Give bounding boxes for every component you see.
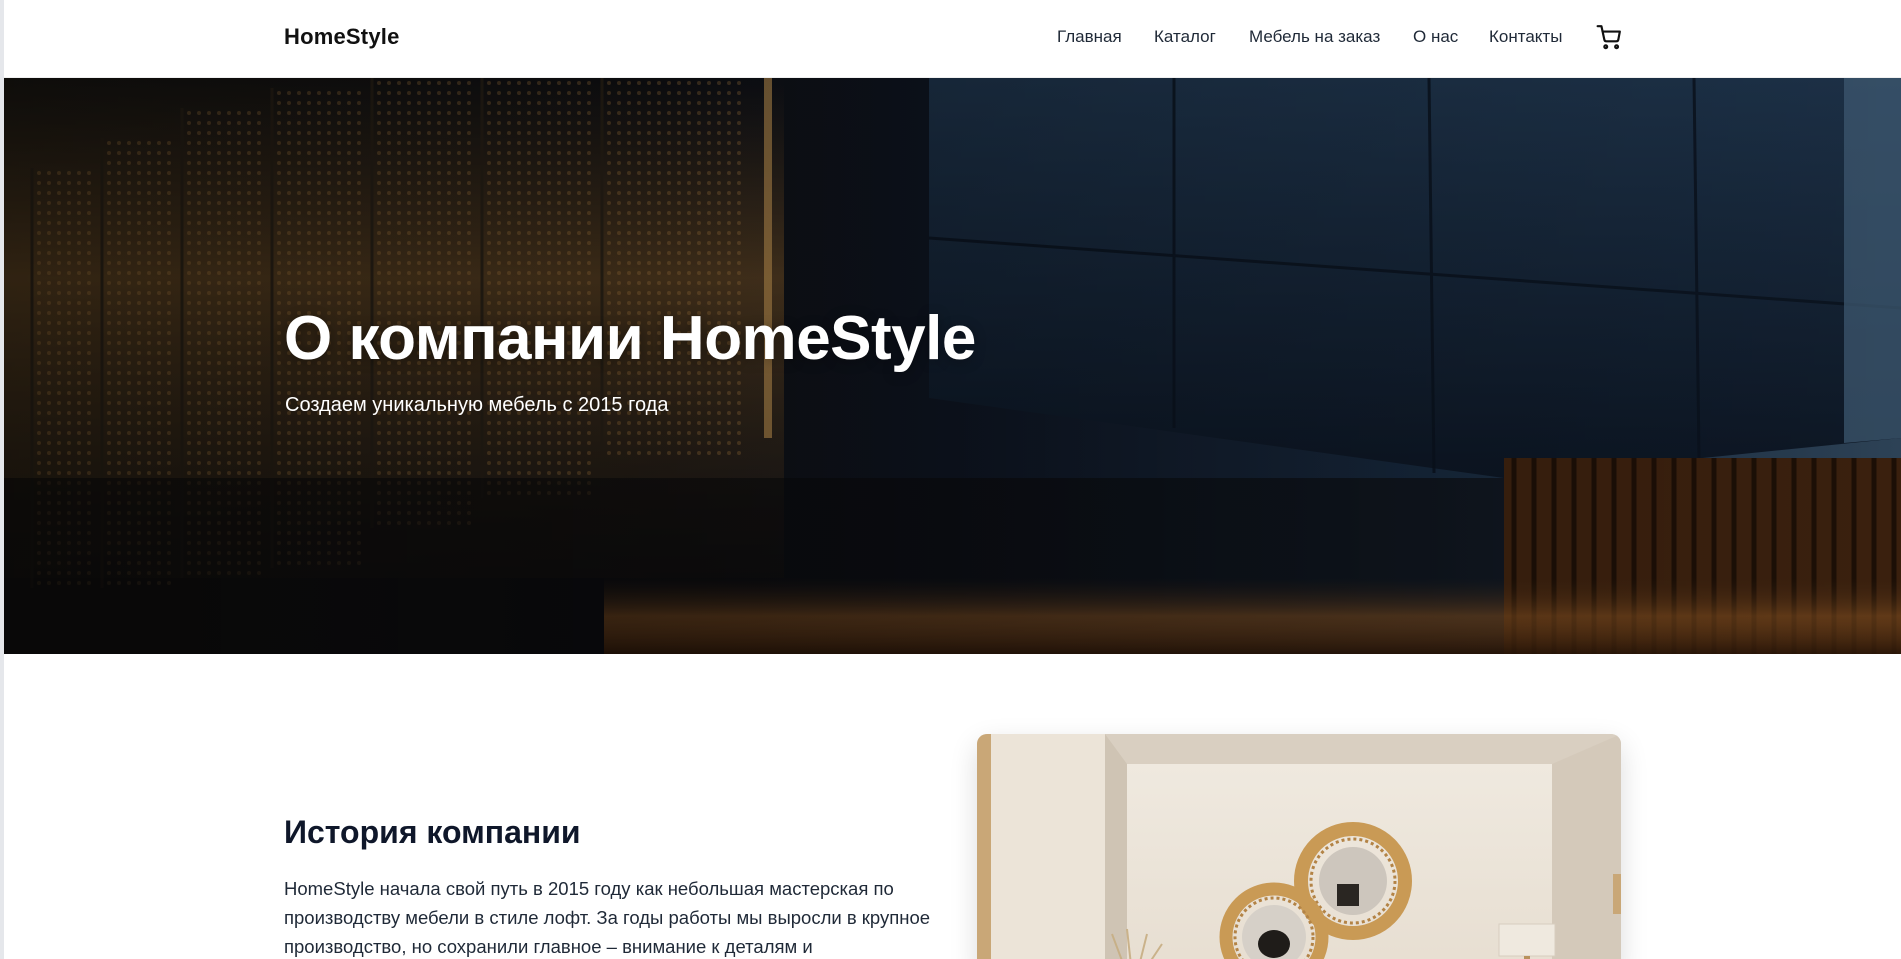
- nav-item-custom-furniture[interactable]: Мебель на заказ: [1249, 27, 1380, 47]
- nav-item-catalog[interactable]: Каталог: [1154, 27, 1216, 47]
- nav-item-about[interactable]: О нас: [1413, 27, 1458, 47]
- logo[interactable]: HomeStyle: [284, 24, 400, 50]
- site-header: HomeStyle Главная Каталог Мебель на зака…: [4, 0, 1901, 78]
- hero-section: О компании HomeStyle Создаем уникальную …: [4, 78, 1901, 654]
- hero-title: О компании HomeStyle: [284, 304, 976, 373]
- hero-subtitle: Создаем уникальную мебель с 2015 года: [285, 394, 669, 416]
- interior-photo: [977, 734, 1621, 959]
- history-paragraph: HomeStyle начала свой путь в 2015 году к…: [284, 878, 931, 957]
- shopping-cart-icon[interactable]: [1596, 24, 1622, 50]
- nav-item-home[interactable]: Главная: [1057, 27, 1122, 47]
- nav-item-contacts[interactable]: Контакты: [1489, 27, 1562, 47]
- history-title: История компании: [284, 814, 581, 850]
